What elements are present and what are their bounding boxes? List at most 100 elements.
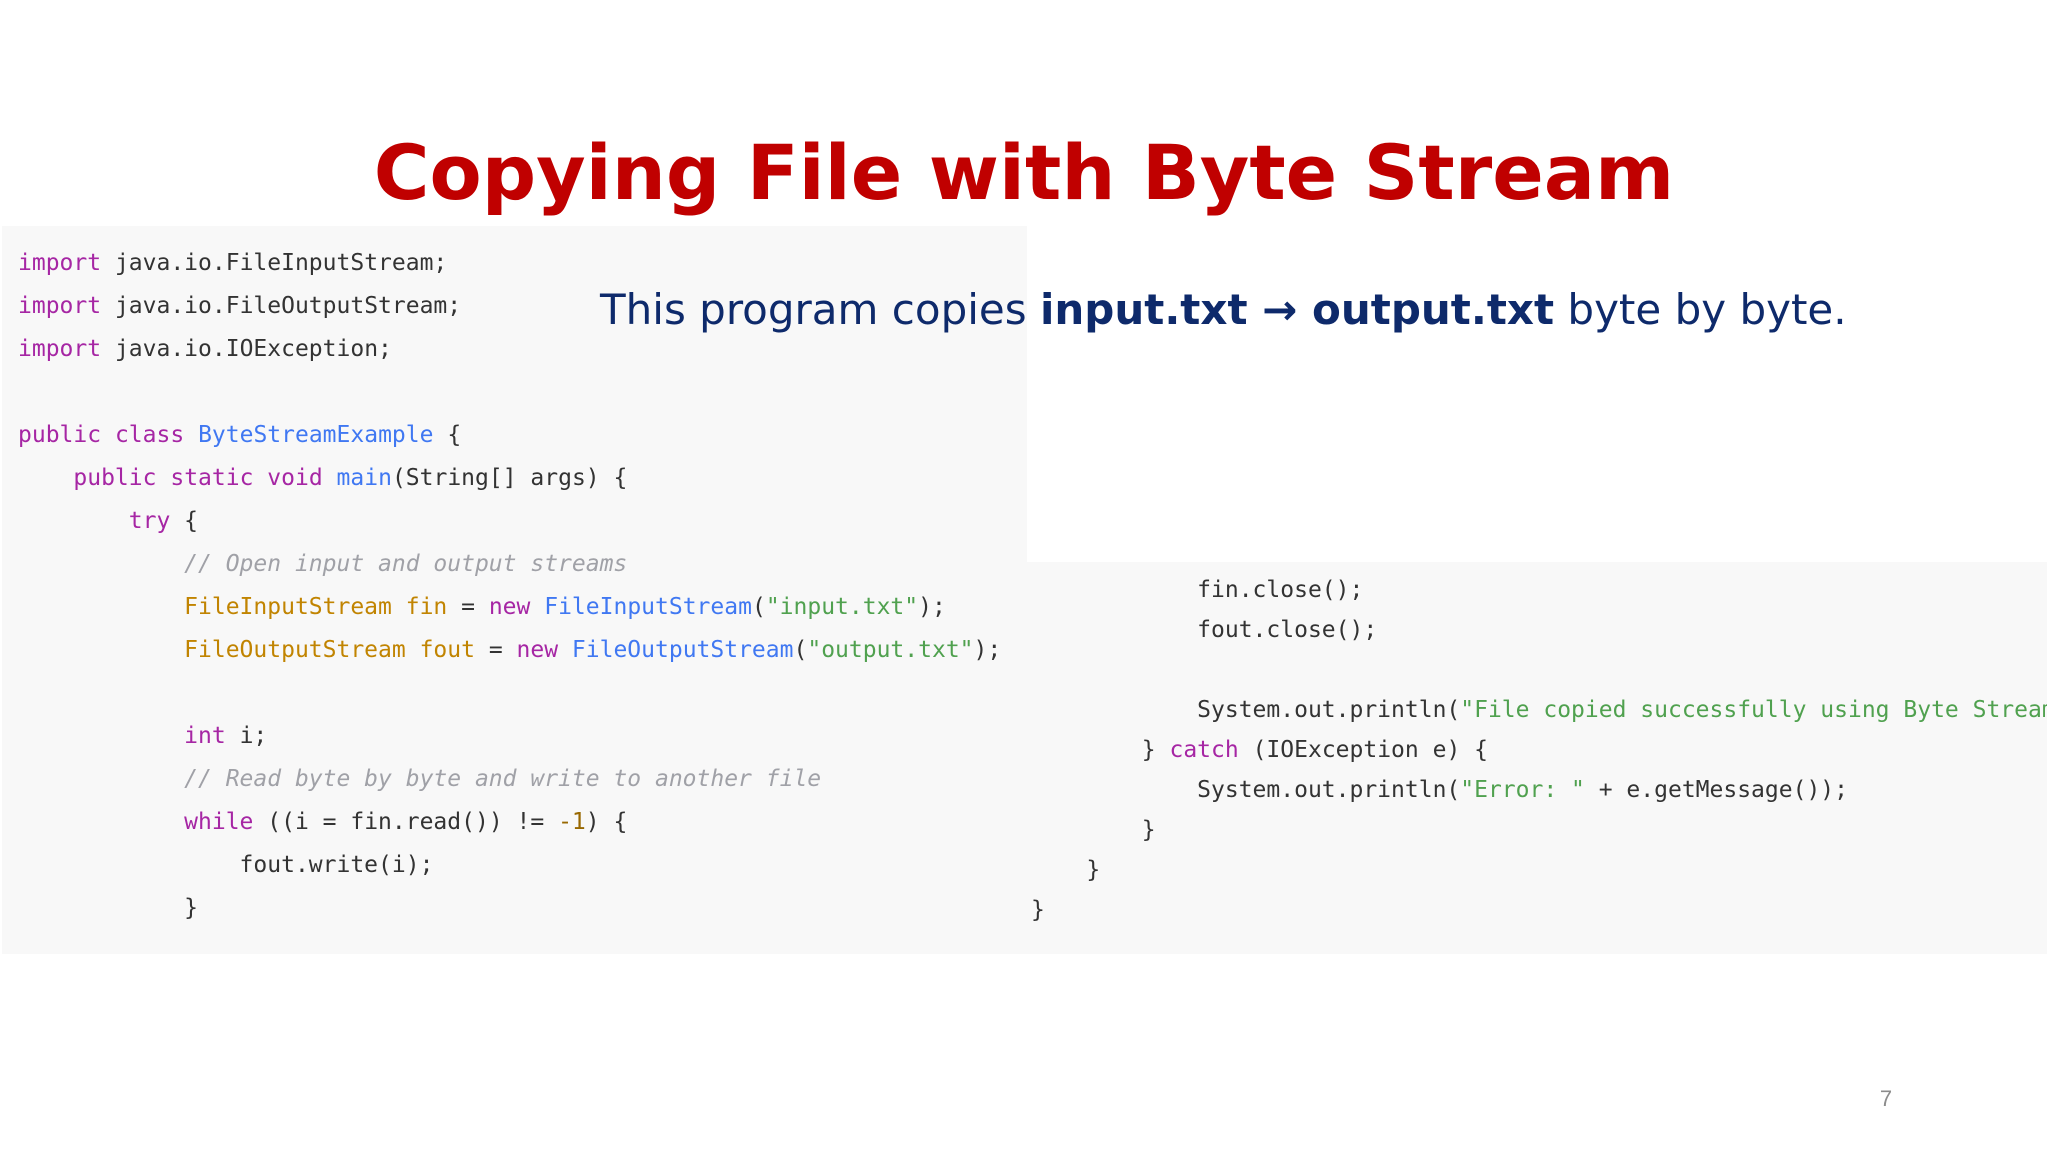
code-line: } — [1031, 857, 1100, 883]
code-token: import — [18, 250, 102, 276]
code-line: } — [18, 895, 198, 921]
code-line: fout.write(i); — [18, 852, 434, 878]
code-block-right: fin.close(); fout.close(); System.out.pr… — [1027, 562, 2047, 954]
subtitle-input-file: input.txt — [1040, 285, 1248, 334]
code-token: fout.close(); — [1031, 617, 1378, 643]
code-token: ( — [793, 637, 808, 663]
code-token: static — [170, 465, 254, 491]
code-line: System.out.println("File copied successf… — [1031, 697, 2047, 723]
code-token: ( — [751, 594, 766, 620]
code-line: System.out.println("Error: " + e.getMess… — [1031, 777, 1848, 803]
code-line: try { — [18, 508, 198, 534]
code-token: FileInputStream — [544, 594, 752, 620]
code-token: = — [474, 637, 517, 663]
code-token: new — [516, 637, 559, 663]
subtitle-arrow: → — [1247, 285, 1312, 334]
code-token: try — [128, 508, 171, 534]
code-line: // Read byte by byte and write to anothe… — [18, 766, 821, 792]
subtitle-prefix: This program copies — [600, 285, 1040, 334]
code-line: public class ByteStreamExample { — [18, 422, 461, 448]
code-token: } — [1031, 857, 1101, 883]
code-token: ByteStreamExample — [198, 422, 434, 448]
code-token: } — [1031, 737, 1170, 763]
code-token: "Error: " — [1460, 777, 1585, 803]
code-token: } — [1031, 817, 1156, 843]
code-token: // Open input and output streams — [184, 551, 628, 577]
code-token: while — [184, 809, 254, 835]
code-token: import — [18, 336, 102, 362]
code-token: void — [267, 465, 323, 491]
code-token: } — [1031, 897, 1045, 923]
code-token: "File copied successfully using Byte Str… — [1460, 697, 2047, 723]
code-token: (String[] args) { — [391, 465, 628, 491]
code-token: ) { — [585, 809, 628, 835]
code-token: // Read byte by byte and write to anothe… — [184, 766, 822, 792]
code-line: public static void main(String[] args) { — [18, 465, 627, 491]
code-line: FileInputStream fin = new FileInputStrea… — [18, 594, 946, 620]
code-token: new — [488, 594, 531, 620]
code-token: java.io.IOException; — [101, 336, 392, 362]
subtitle-suffix: byte by byte. — [1554, 285, 1847, 334]
code-token: ((i = fin.read()) != — [253, 809, 559, 835]
code-line: // Open input and output streams — [18, 551, 627, 577]
code-token: class — [114, 422, 185, 448]
code-line: while ((i = fin.read()) != -1) { — [18, 809, 627, 835]
code-token: public — [73, 465, 157, 491]
code-token: i; — [225, 723, 268, 749]
code-line: import java.io.FileInputStream; — [18, 250, 447, 276]
code-line: } catch (IOException e) { — [1031, 737, 1488, 763]
page-number: 7 — [1879, 1086, 1893, 1111]
code-token: } — [18, 895, 199, 921]
code-token: (IOException e) { — [1238, 737, 1488, 763]
code-line: import java.io.IOException; — [18, 336, 392, 362]
code-token: catch — [1169, 737, 1239, 763]
code-line: import java.io.FileOutputStream; — [18, 293, 461, 319]
code-token: public — [18, 422, 102, 448]
code-token: "input.txt" — [765, 594, 919, 620]
slide-subtitle: This program copies input.txt → output.t… — [600, 280, 2000, 340]
code-token: ); — [918, 594, 946, 620]
code-token: import — [18, 293, 102, 319]
code-token: -1 — [558, 809, 586, 835]
code-line: int i; — [18, 723, 267, 749]
code-token: = — [447, 594, 489, 620]
code-token: fout.write(i); — [18, 852, 434, 878]
slide-title: Copying File with Byte Stream — [373, 128, 1675, 217]
code-token: int — [184, 723, 226, 749]
code-token: fin.close(); — [1031, 577, 1364, 603]
code-token: + e.getMessage()); — [1584, 777, 1848, 803]
code-line: } — [1031, 817, 1156, 843]
code-token: FileOutputStream — [571, 637, 794, 663]
code-token: System.out.println( — [1031, 777, 1461, 803]
code-token: ); — [973, 637, 1002, 663]
code-token: main — [336, 465, 392, 491]
code-token: FileOutputStream fout — [184, 637, 475, 663]
code-token: { — [433, 422, 462, 448]
code-token: { — [170, 508, 199, 534]
code-token: java.io.FileOutputStream; — [101, 293, 462, 319]
code-line: } — [1031, 897, 1045, 923]
code-line: FileOutputStream fout = new FileOutputSt… — [18, 637, 1001, 663]
code-line: fout.close(); — [1031, 617, 1377, 643]
subtitle-output-file: output.txt — [1311, 285, 1555, 334]
code-line: fin.close(); — [1031, 577, 1363, 603]
code-token: System.out.println( — [1031, 697, 1461, 723]
